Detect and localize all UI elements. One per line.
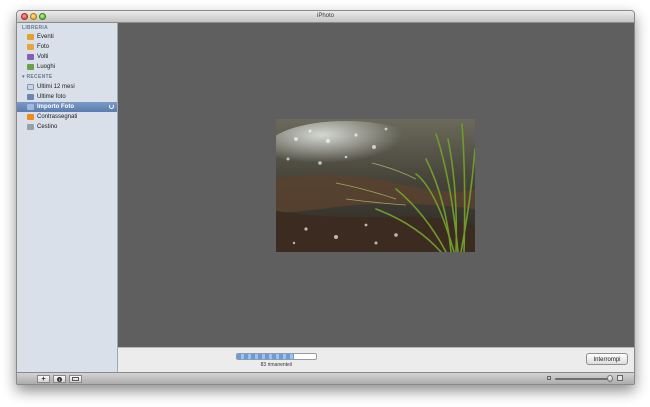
sidebar-item-events[interactable]: Eventi xyxy=(17,32,117,42)
events-icon xyxy=(27,34,34,40)
sidebar-item-label: Cestino xyxy=(37,124,58,130)
remaining-count-label: 83 rimanente/i xyxy=(260,362,293,368)
faces-icon xyxy=(27,54,34,60)
import-status-bar: 83 rimanente/i Interrompi xyxy=(118,347,634,373)
progress-spinner-icon xyxy=(109,104,114,109)
slideshow-icon xyxy=(72,377,79,382)
info-icon: i xyxy=(57,376,62,382)
zoom-slider[interactable] xyxy=(555,378,613,380)
sidebar-item-label: Contrassegnati xyxy=(37,114,78,120)
bottom-toolbar: + i xyxy=(17,372,634,384)
recent-section-label: RECENTE xyxy=(26,74,53,80)
disclosure-triangle-icon: ▾ xyxy=(22,74,25,80)
slideshow-button[interactable] xyxy=(69,375,82,383)
title-bar[interactable]: iPhoto xyxy=(17,11,634,23)
recent-section-header[interactable]: ▾ RECENTE xyxy=(22,74,53,80)
sidebar-item-label: Eventi xyxy=(37,34,54,40)
flag-icon xyxy=(27,114,34,120)
sidebar-item-importing[interactable]: Importo Foto xyxy=(17,102,117,112)
sidebar-item-photos[interactable]: Foto xyxy=(17,42,117,52)
import-progress-bar xyxy=(236,353,317,360)
calendar-icon xyxy=(27,84,34,90)
window-title: iPhoto xyxy=(316,13,334,19)
sidebar-item-faces[interactable]: Volti xyxy=(17,52,117,62)
import-icon xyxy=(27,104,34,110)
info-button[interactable]: i xyxy=(53,375,66,383)
photo-image xyxy=(276,119,475,252)
sidebar-item-last-photos[interactable]: Ultime foto xyxy=(17,92,117,102)
sidebar-item-label: Ultime foto xyxy=(37,94,66,100)
trash-icon xyxy=(27,124,34,130)
sidebar-item-last-12-months[interactable]: Ultimi 12 mesi xyxy=(17,82,117,92)
library-section-header: LIBRERIA xyxy=(22,25,49,31)
last-import-icon xyxy=(27,94,34,100)
sidebar-item-flagged[interactable]: Contrassegnati xyxy=(17,112,117,122)
zoom-in-icon[interactable] xyxy=(617,375,623,381)
import-progress-fill xyxy=(237,354,294,359)
add-button[interactable]: + xyxy=(37,375,50,383)
zoom-out-icon[interactable] xyxy=(547,376,551,380)
sidebar-item-trash[interactable]: Cestino xyxy=(17,122,117,132)
source-list-sidebar: LIBRERIA Eventi Foto Volti Luoghi ▾ RECE… xyxy=(17,23,118,372)
places-icon xyxy=(27,64,34,70)
importing-photo-preview xyxy=(276,119,475,252)
sidebar-item-places[interactable]: Luoghi xyxy=(17,62,117,72)
iphoto-window: iPhoto LIBRERIA Eventi Foto Volti Luoghi… xyxy=(16,10,635,385)
photo-viewer-area xyxy=(118,23,634,347)
sidebar-item-label: Ultimi 12 mesi xyxy=(37,84,75,90)
sidebar-item-label: Foto xyxy=(37,44,50,50)
stop-import-button[interactable]: Interrompi xyxy=(586,353,628,365)
zoom-slider-knob[interactable] xyxy=(607,375,614,382)
sidebar-item-label: Importo Foto xyxy=(37,104,74,110)
sidebar-item-label: Luoghi xyxy=(37,64,56,70)
sidebar-item-label: Volti xyxy=(37,54,49,60)
photos-icon xyxy=(27,44,34,50)
